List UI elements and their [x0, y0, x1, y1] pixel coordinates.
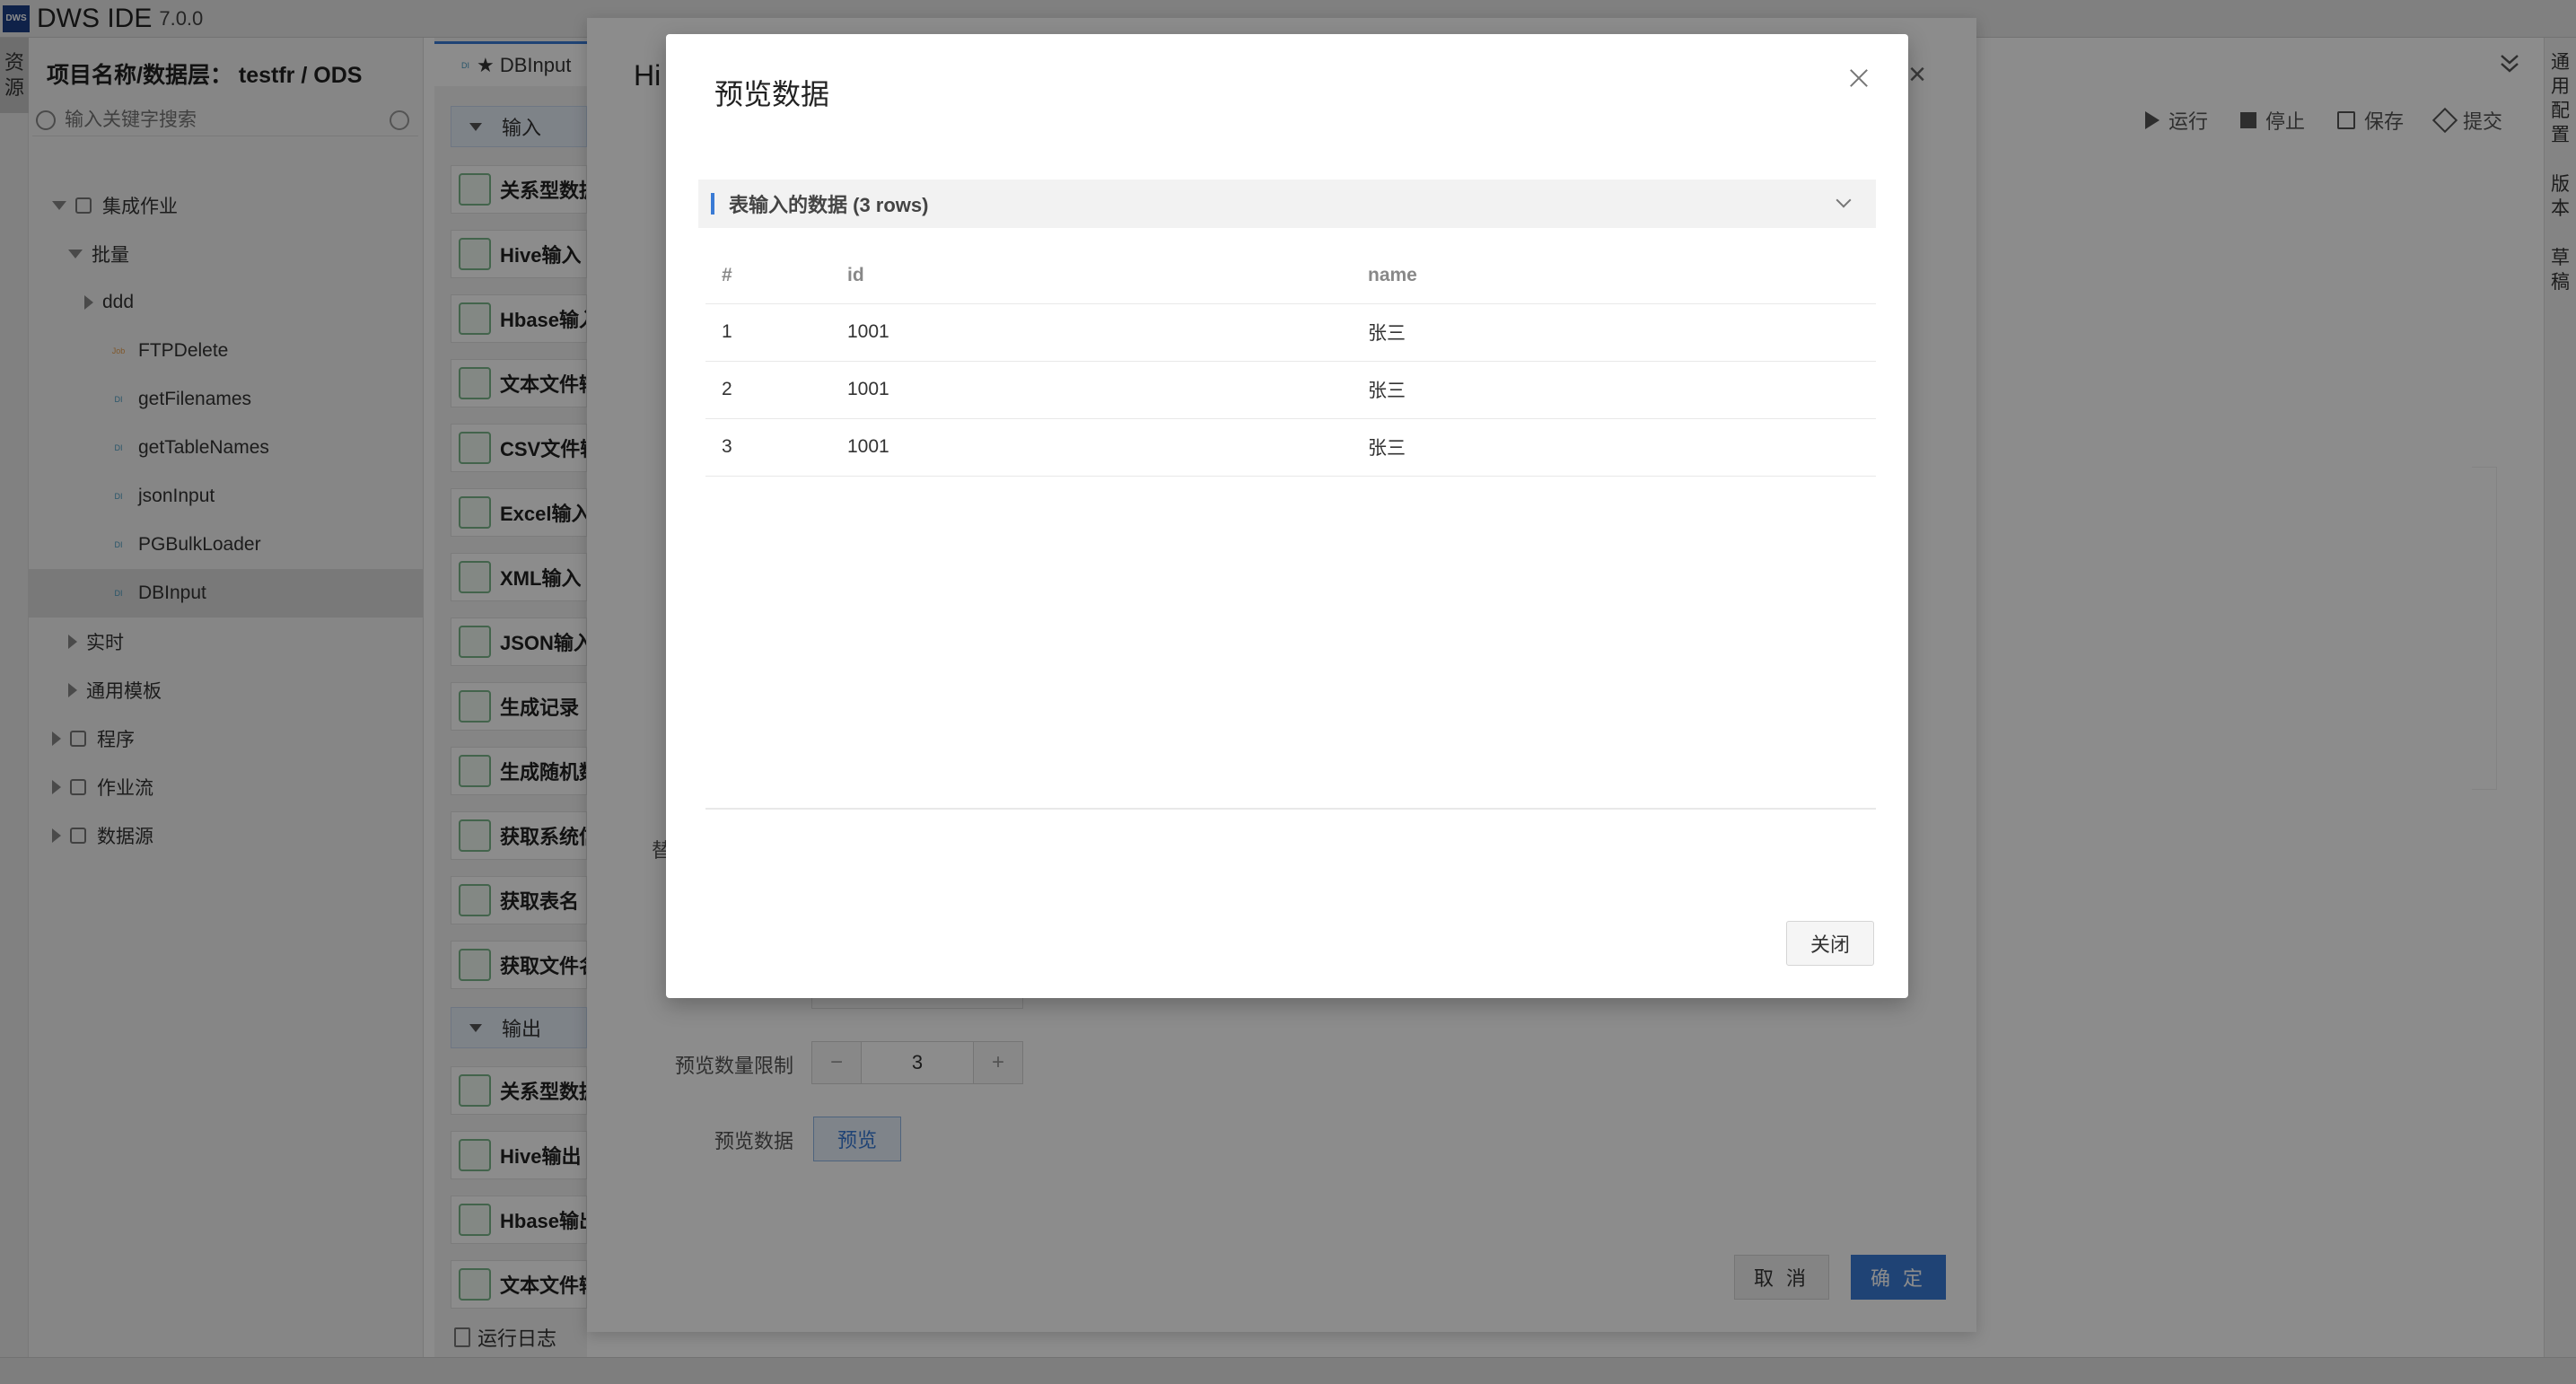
chevron-down-icon[interactable]	[1836, 192, 1852, 208]
table-header-row: # id name	[705, 248, 1876, 304]
column-header: #	[705, 248, 831, 304]
table-row: 3 1001 张三	[705, 418, 1876, 477]
table-cell: 张三	[1352, 418, 1876, 477]
table-bottom-border	[705, 808, 1876, 810]
modal-close-button[interactable]: 关闭	[1786, 921, 1874, 966]
section-accent-bar	[711, 193, 714, 215]
table-cell: 3	[705, 418, 831, 477]
preview-data-modal: 预览数据 表输入的数据 (3 rows) # id name 1 1001 张三…	[666, 34, 1908, 998]
table-cell: 1	[705, 303, 831, 362]
preview-table: # id name 1 1001 张三 2 1001 张三 3 1001 张三	[705, 248, 1876, 477]
table-cell: 张三	[1352, 303, 1876, 362]
table-row: 2 1001 张三	[705, 361, 1876, 419]
modal-title: 预览数据	[714, 78, 830, 110]
preview-section-header[interactable]: 表输入的数据 (3 rows)	[698, 180, 1876, 228]
table-cell: 1001	[831, 303, 1352, 362]
table-cell: 1001	[831, 418, 1352, 477]
table-row: 1 1001 张三	[705, 303, 1876, 362]
column-header: id	[831, 248, 1352, 304]
section-title: 表输入的数据 (3 rows)	[729, 194, 929, 216]
close-icon[interactable]	[1845, 65, 1872, 92]
table-cell: 2	[705, 361, 831, 419]
table-cell: 1001	[831, 361, 1352, 419]
column-header: name	[1352, 248, 1876, 304]
table-cell: 张三	[1352, 361, 1876, 419]
